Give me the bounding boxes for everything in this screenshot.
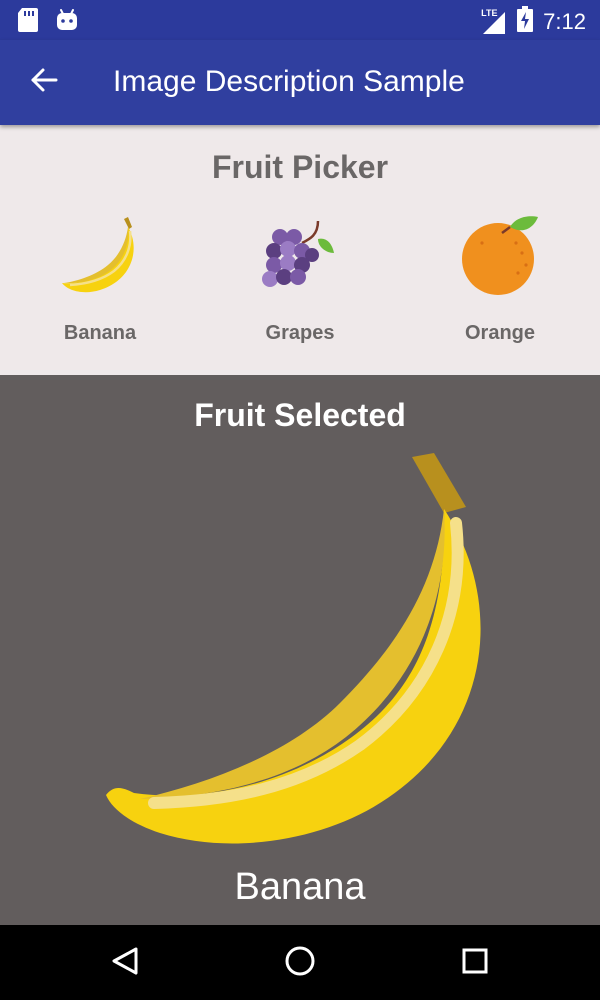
app-bar: Image Description Sample <box>0 40 600 125</box>
orange-icon <box>462 216 538 295</box>
nav-back-button[interactable] <box>105 943 145 983</box>
banana-icon <box>62 217 134 293</box>
back-triangle-icon <box>111 946 139 981</box>
fruit-option-grapes[interactable]: Grapes <box>200 213 400 353</box>
nav-home-button[interactable] <box>280 943 320 983</box>
back-button[interactable] <box>22 60 66 104</box>
signal-icon: LTE <box>481 8 507 36</box>
home-circle-icon <box>284 945 316 982</box>
status-bar: LTE 7:12 <box>0 0 600 40</box>
selected-title: Fruit Selected <box>194 397 406 433</box>
fruit-picker: Fruit Picker Banana Grapes Orange <box>0 125 600 375</box>
fruit-option-banana[interactable]: Banana <box>0 213 200 353</box>
fruit-label-orange: Orange <box>464 322 536 344</box>
battery-charging-icon <box>517 6 534 37</box>
navigation-bar <box>0 925 600 1000</box>
picker-title: Fruit Picker <box>211 149 389 185</box>
fruit-selected-panel: Fruit Selected Banana <box>0 375 600 925</box>
recents-square-icon <box>461 947 489 980</box>
fruit-option-orange[interactable]: Orange <box>400 213 600 353</box>
android-icon <box>56 9 78 36</box>
fruit-label-grapes: Grapes <box>265 322 335 344</box>
banana-icon <box>106 453 481 844</box>
nav-recents-button[interactable] <box>455 943 495 983</box>
clock: 7:12 <box>543 8 586 34</box>
grapes-icon <box>262 220 334 287</box>
sd-card-icon <box>18 8 38 37</box>
arrow-left-icon <box>30 66 58 99</box>
fruit-label-banana: Banana <box>63 322 137 344</box>
selected-fruit-name: Banana <box>234 866 366 908</box>
page-title: Image Description Sample <box>113 65 465 98</box>
